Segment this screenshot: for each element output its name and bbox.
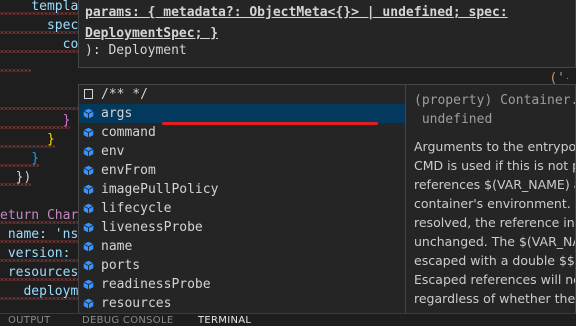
snippet-icon (84, 89, 93, 99)
suggestion-item-livenessprobe[interactable]: livenessProbe (79, 218, 405, 237)
code-line: name: 'ns- (0, 227, 87, 242)
property-icon (83, 222, 94, 233)
code-line: deployme (0, 284, 87, 299)
tab-debug-console[interactable]: DEBUG CONSOLE (82, 316, 173, 326)
doc-line: container's environment. If (414, 196, 576, 211)
suggestion-item-ports[interactable]: ports (79, 256, 405, 275)
suggestion-label: lifecycle (101, 201, 172, 216)
suggestion-item-lifecycle[interactable]: lifecycle (79, 199, 405, 218)
property-icon (83, 203, 94, 214)
suggestion-label: resources (101, 296, 172, 311)
doc-line: Arguments to the entrypoi (414, 139, 576, 154)
suggestion-label: envFrom (101, 163, 156, 178)
property-icon (83, 279, 94, 290)
suggestion-item-readinessprobe[interactable]: readinessProbe (79, 275, 405, 294)
suggestion-label: name (101, 239, 133, 254)
property-icon (83, 127, 94, 138)
suggestion-details: (property) Container. undefined Argument… (406, 84, 576, 316)
suggestion-label: env (101, 144, 125, 159)
doc-line: references $(VAR_NAME) a (414, 177, 576, 192)
suggestion-label: args (101, 106, 133, 121)
doc-line: escaped with a double $$, (414, 253, 576, 268)
suggestion-list[interactable]: /** */ args command env envFrom imagePullPoli… (78, 84, 406, 316)
code-line: spec (0, 18, 79, 33)
parameter-hint-signature: params: { metadata?: ObjectMeta<{}> | un… (85, 2, 565, 44)
suggestion-item-args[interactable]: args (79, 104, 405, 123)
code-line: version: ' (0, 246, 87, 261)
code-line: resources? (0, 265, 87, 280)
code-line: eturn Chart (0, 208, 87, 223)
panel-tab-bar: OUTPUT DEBUG CONSOLE TERMINAL (0, 313, 576, 326)
suggestion-item-env[interactable]: env (79, 142, 405, 161)
tab-terminal[interactable]: TERMINAL (198, 316, 251, 326)
suggestion-item-envfrom[interactable]: envFrom (79, 161, 405, 180)
code-line: templa (0, 0, 79, 14)
code-line: } (0, 132, 55, 147)
detail-signature: (property) Container. undefined (414, 93, 576, 127)
active-parameter-cont: DeploymentSpec; } (85, 26, 219, 41)
property-icon (83, 241, 94, 252)
property-icon (83, 165, 94, 176)
doc-line: unchanged. The $(VAR_NAM (414, 234, 576, 249)
active-parameter: params: { metadata?: ObjectMeta<{}> | un… (85, 5, 508, 20)
suggestion-item-[interactable]: /** */ (79, 85, 405, 104)
parameter-hint-return-type: ): Deployment (85, 43, 187, 58)
property-icon (83, 298, 94, 309)
code-line: } (0, 151, 40, 166)
suggestion-label: imagePullPolicy (101, 182, 219, 197)
suggestion-label: livenessProbe (101, 220, 203, 235)
red-underline-annotation (162, 122, 378, 125)
code-line: }) (0, 170, 32, 185)
doc-line: resolved, the reference in t (414, 215, 576, 230)
doc-line: regardless of whether the (414, 291, 576, 306)
doc-line: CMD is used if this is not p (414, 158, 576, 173)
property-icon (83, 260, 94, 271)
parameter-hint-widget: params: { metadata?: ObjectMeta<{}> | un… (78, 0, 576, 68)
suggestion-label: readinessProbe (101, 277, 211, 292)
suggestion-label: ports (101, 258, 141, 273)
code-line: co (0, 37, 79, 52)
property-icon (83, 108, 94, 119)
suggestion-label: command (101, 125, 156, 140)
suggestion-label: /** */ (101, 87, 148, 102)
doc-line: Escaped references will nev (414, 272, 576, 287)
tab-output[interactable]: OUTPUT (8, 316, 51, 326)
code-line (0, 54, 32, 73)
property-icon (83, 184, 94, 195)
suggestion-item-name[interactable]: name (79, 237, 405, 256)
property-icon (83, 146, 94, 157)
suggestion-item-command[interactable]: command (79, 123, 405, 142)
detail-documentation: Arguments to the entrypoi CMD is used if … (414, 137, 576, 308)
code-line: } (0, 113, 71, 128)
suggestion-item-imagepullpolicy[interactable]: imagePullPolicy (79, 180, 405, 199)
suggestion-item-resources[interactable]: resources (79, 294, 405, 313)
